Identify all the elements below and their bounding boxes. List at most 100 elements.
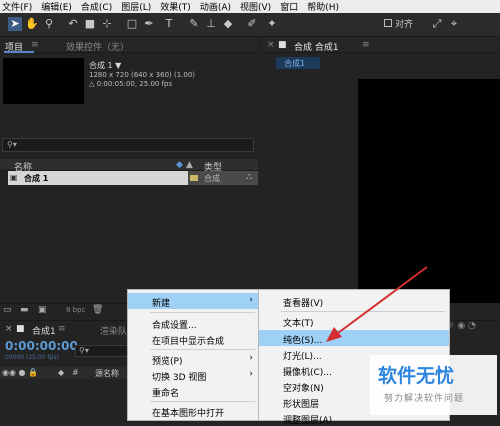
menu-effect[interactable]: 效果(T) bbox=[160, 0, 191, 13]
type-tool-icon[interactable]: T bbox=[162, 17, 176, 31]
current-time-display[interactable]: 0:00:00:00 bbox=[5, 339, 78, 353]
hand-tool-icon[interactable]: ✋ bbox=[25, 17, 39, 31]
timeline-menu-icon[interactable]: ≡ bbox=[58, 324, 66, 334]
submenu-text[interactable]: 文本(T) bbox=[259, 313, 449, 329]
submenu-solid[interactable]: 纯色(S)... bbox=[259, 330, 449, 346]
active-tab-indicator bbox=[4, 51, 34, 53]
expand-icon[interactable]: ⤢ bbox=[430, 17, 444, 31]
menu-animation[interactable]: 动画(A) bbox=[200, 0, 231, 13]
sort-arrow-icon: ▲ bbox=[186, 160, 193, 170]
trash-icon[interactable]: 🗑 bbox=[92, 305, 103, 315]
context-menu-essential-graphics-label: 在基本图形中打开 bbox=[152, 409, 225, 419]
av-switches-icon: ◉◉ ● 🔒 bbox=[2, 368, 38, 377]
submenu-solid-label: 纯色(S)... bbox=[283, 336, 323, 346]
rectangle-tool-icon[interactable]: □ bbox=[125, 17, 139, 31]
project-search-input[interactable]: ⚲▾ bbox=[2, 138, 254, 152]
menu-separator bbox=[281, 311, 445, 312]
context-menu-comp-settings[interactable]: 合成设置... bbox=[128, 315, 259, 331]
context-menu-reveal-label: 在项目中显示合成 bbox=[152, 337, 225, 347]
row-selection: ▣ 合成 1 bbox=[8, 171, 188, 185]
camera-tool-icon[interactable]: ■ bbox=[83, 17, 97, 31]
comp-dimensions: 1280 x 720 (640 x 360) (1.00) bbox=[89, 71, 196, 79]
render-queue-tab[interactable]: 渲染队 bbox=[100, 324, 127, 337]
project-item-row[interactable]: ▣ 合成 1 合成 ⛬ bbox=[8, 171, 258, 185]
puppet-tool-icon[interactable]: ✦ bbox=[265, 17, 279, 31]
lock-icon[interactable]: ■ bbox=[278, 40, 287, 50]
timeline-lock-icon[interactable]: ■ bbox=[16, 324, 25, 334]
watermark-title: 软件无忧 bbox=[378, 365, 455, 387]
viewer-tab-title[interactable]: 合成 合成1 bbox=[294, 40, 339, 53]
bpc-label[interactable]: 8 bpc bbox=[66, 306, 85, 314]
label-tag-icon[interactable]: ◆ bbox=[176, 160, 183, 170]
menu-edit[interactable]: 编辑(E) bbox=[41, 0, 72, 13]
timeline-close-icon[interactable]: × bbox=[5, 324, 13, 334]
interpret-footage-icon[interactable]: ▭ bbox=[3, 305, 12, 315]
context-menu-rename-label: 重命名 bbox=[152, 389, 180, 399]
search-icon: ⚲▾ bbox=[7, 140, 17, 149]
roto-brush-tool-icon[interactable]: ✐ bbox=[245, 17, 259, 31]
frame-rate-display: 00000 (25.00 fps) bbox=[5, 354, 59, 361]
zoom-tool-icon[interactable]: ⚲ bbox=[42, 17, 56, 31]
comp-title[interactable]: 合成 1 ▼ bbox=[89, 60, 121, 71]
pan-behind-tool-icon[interactable]: ⊹ bbox=[100, 17, 114, 31]
submenu-viewer-label: 查看器(V) bbox=[283, 299, 324, 309]
eraser-tool-icon[interactable]: ◆ bbox=[221, 17, 235, 31]
pen-tool-icon[interactable]: ✒ bbox=[142, 17, 156, 31]
submenu-adjustment-label: 调整图层(A) bbox=[283, 416, 333, 426]
context-menu-preview[interactable]: 预览(P) › bbox=[128, 351, 259, 367]
context-menu-reveal-in-project[interactable]: 在项目中显示合成 bbox=[128, 331, 259, 347]
source-name-column[interactable]: 源名称 bbox=[95, 368, 119, 379]
comp-breadcrumb-tab[interactable]: 合成1 bbox=[276, 57, 320, 69]
comp-thumbnail bbox=[3, 58, 84, 104]
menu-composition[interactable]: 合成(C) bbox=[81, 0, 112, 13]
menu-view[interactable]: 视图(V) bbox=[240, 0, 271, 13]
menu-window[interactable]: 窗口 bbox=[280, 0, 298, 13]
menu-layer[interactable]: 图层(L) bbox=[121, 0, 151, 13]
menu-file[interactable]: 文件(F) bbox=[2, 0, 32, 13]
submenu-text-label: 文本(T) bbox=[283, 319, 314, 329]
selection-tool-icon[interactable]: ➤ bbox=[8, 17, 22, 31]
context-menu-open-essential-graphics[interactable]: 在基本图形中打开 bbox=[128, 403, 259, 419]
context-menu-preview-label: 预览(P) bbox=[152, 357, 183, 367]
timeline-search-input[interactable]: ⚲▾ bbox=[75, 345, 130, 357]
comp-breadcrumb-label: 合成1 bbox=[284, 59, 306, 68]
submenu-viewer[interactable]: 查看器(V) bbox=[259, 293, 449, 309]
watermark-subtitle: 努力解决软件问题 bbox=[384, 394, 465, 404]
new-folder-icon[interactable]: ▬ bbox=[20, 305, 29, 315]
align-label: 对齐 bbox=[395, 20, 414, 30]
composition-icon: ▣ bbox=[10, 173, 18, 182]
project-panel: 项目 ≡ 效果控件（无） 合成 1 ▼ 1280 x 720 (640 x 36… bbox=[0, 37, 258, 316]
pin-icon[interactable]: ⌖ bbox=[447, 17, 461, 31]
submenu-arrow-icon: › bbox=[249, 369, 253, 379]
timeline-search-icon: ⚲▾ bbox=[79, 346, 89, 355]
menu-icon[interactable]: ≡ bbox=[31, 40, 39, 50]
clone-tool-icon[interactable]: ⊥ bbox=[204, 17, 218, 31]
context-menu-new[interactable]: 新建 › bbox=[128, 293, 259, 309]
submenu-shape-label: 形状图层 bbox=[283, 400, 320, 410]
menu-help[interactable]: 帮助(H) bbox=[307, 0, 339, 13]
label-color-swatch[interactable] bbox=[190, 175, 198, 181]
align-checkbox[interactable] bbox=[384, 19, 392, 27]
context-menu-comp-settings-label: 合成设置... bbox=[152, 321, 197, 331]
brush-tool-icon[interactable]: ✎ bbox=[187, 17, 201, 31]
row-type: 合成 bbox=[204, 174, 220, 183]
layer-column-header: ◉◉ ● 🔒 ◆ # 源名称 bbox=[0, 367, 130, 379]
rotate-tool-icon[interactable]: ↶ bbox=[66, 17, 80, 31]
menu-bar: 文件(F) 编辑(E) 合成(C) 图层(L) 效果(T) 动画(A) 视图(V… bbox=[0, 0, 500, 13]
submenu-light-label: 灯光(L)... bbox=[283, 352, 322, 362]
context-menu-switch-3d-view[interactable]: 切换 3D 视图 › bbox=[128, 367, 259, 383]
timeline-tab[interactable]: 合成1 bbox=[32, 324, 56, 337]
project-panel-tabs: 项目 ≡ 效果控件（无） bbox=[0, 37, 258, 53]
context-menu-rename[interactable]: 重命名 bbox=[128, 383, 259, 399]
submenu-arrow-icon: › bbox=[249, 295, 253, 305]
new-composition-icon[interactable]: ▣ bbox=[38, 305, 47, 315]
close-icon[interactable]: × bbox=[267, 40, 275, 50]
viewer-menu-icon[interactable]: ≡ bbox=[362, 40, 370, 50]
composition-canvas[interactable] bbox=[358, 79, 500, 303]
tab-effect-controls[interactable]: 效果控件（无） bbox=[66, 40, 129, 53]
menu-separator bbox=[150, 401, 255, 402]
flowchart-icon[interactable]: ⛬ bbox=[246, 172, 252, 182]
context-menu-new-label: 新建 bbox=[152, 299, 171, 309]
comp-duration: △ 0:00:05:00, 25.00 fps bbox=[89, 80, 173, 88]
context-menu: 新建 › 合成设置... 在项目中显示合成 预览(P) › 切换 3D 视图 ›… bbox=[127, 289, 260, 421]
